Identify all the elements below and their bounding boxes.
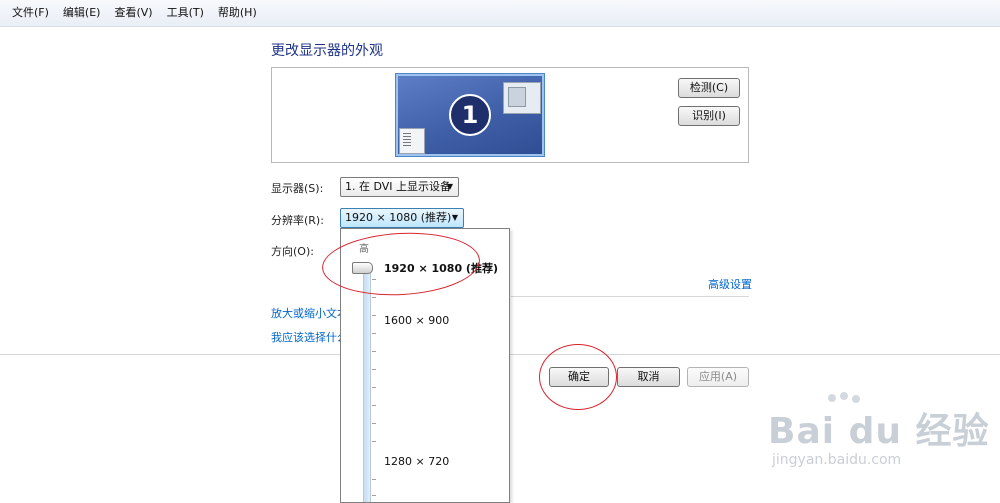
display-select-value: 1. 在 DVI 上显示设备 <box>345 180 452 193</box>
paw-icon <box>852 395 860 403</box>
text-size-link[interactable]: 放大或缩小文本 <box>271 305 348 321</box>
section-divider <box>511 296 749 297</box>
paw-icon <box>840 392 848 400</box>
resolution-select-value: 1920 × 1080 (推荐) <box>345 211 452 224</box>
display-label: 显示器(S): <box>271 182 324 195</box>
menu-bar: 文件(F) 编辑(E) 查看(V) 工具(T) 帮助(H) <box>0 0 1000 27</box>
monitor-number-badge: 1 <box>449 94 491 136</box>
slider-tick <box>372 297 376 298</box>
display-select[interactable]: 1. 在 DVI 上显示设备 ▼ <box>340 177 459 197</box>
resolution-option-1280x720[interactable]: 1280 × 720 <box>384 455 449 468</box>
slider-tick <box>372 351 376 352</box>
menu-tools[interactable]: 工具(T) <box>160 0 211 26</box>
window-thumbnail-icon <box>503 82 541 114</box>
monitor-1-preview[interactable]: 1 <box>395 73 545 157</box>
chevron-down-icon: ▼ <box>446 182 453 191</box>
resolution-label: 分辨率(R): <box>271 214 324 227</box>
baidu-watermark: Bai du 经验 jingyan.baidu.com <box>768 392 990 468</box>
annotation-circle-ok <box>539 344 617 410</box>
identify-button[interactable]: 识别(I) <box>678 106 740 126</box>
page-title: 更改显示器的外观 <box>271 43 383 59</box>
slider-tick <box>372 315 376 316</box>
paw-icon <box>828 394 836 402</box>
taskbar-thumbnail-icon <box>399 128 425 154</box>
slider-tick <box>372 405 376 406</box>
slider-tick <box>372 423 376 424</box>
resolution-slider-track[interactable] <box>363 269 371 502</box>
cancel-button[interactable]: 取消 <box>617 367 680 387</box>
slider-tick <box>372 479 376 480</box>
watermark-main-text: Bai du 经验 <box>768 411 990 452</box>
menu-help[interactable]: 帮助(H) <box>211 0 264 26</box>
menu-view[interactable]: 查看(V) <box>107 0 159 26</box>
resolution-select[interactable]: 1920 × 1080 (推荐) ▼ <box>340 208 464 228</box>
slider-tick <box>372 333 376 334</box>
slider-tick <box>372 495 376 496</box>
slider-tick <box>372 387 376 388</box>
slider-tick <box>372 441 376 442</box>
watermark-sub-text: jingyan.baidu.com <box>772 452 902 468</box>
chevron-down-icon: ▼ <box>451 213 458 222</box>
resolution-option-1600x900[interactable]: 1600 × 900 <box>384 314 449 327</box>
menu-file[interactable]: 文件(F) <box>0 0 56 26</box>
orientation-label: 方向(O): <box>271 245 314 258</box>
menu-edit[interactable]: 编辑(E) <box>56 0 108 26</box>
monitor-preview-panel: 1 检测(C) 识别(I) <box>271 67 749 163</box>
apply-button[interactable]: 应用(A) <box>687 367 749 387</box>
advanced-settings-link[interactable]: 高级设置 <box>708 276 752 292</box>
detect-button[interactable]: 检测(C) <box>678 78 740 98</box>
which-setting-link[interactable]: 我应该选择什么 <box>271 329 348 345</box>
slider-tick <box>372 369 376 370</box>
